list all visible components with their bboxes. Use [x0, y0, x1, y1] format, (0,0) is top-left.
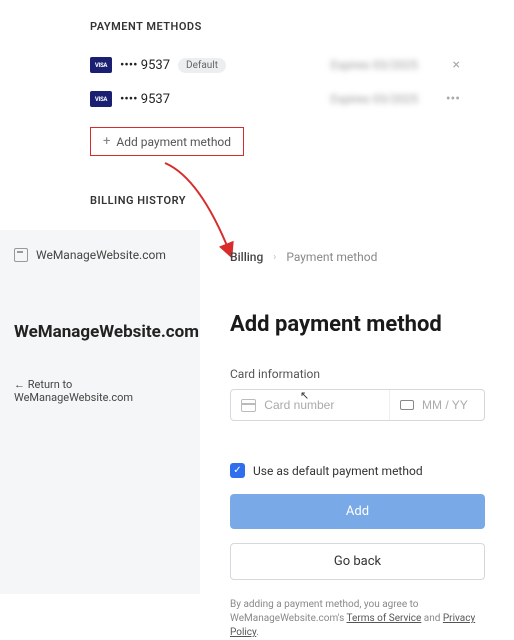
payment-method-row: VISA •••• 9537 Default Expires 03/2025 ×: [90, 57, 460, 73]
card-masked-number: •••• 9537: [120, 58, 170, 73]
breadcrumb: Billing › Payment method: [230, 250, 514, 264]
visa-icon: VISA: [90, 91, 112, 107]
remove-card-button[interactable]: ×: [453, 57, 460, 73]
plus-icon: +: [103, 134, 110, 149]
account-icon: [14, 248, 28, 262]
tos-link[interactable]: Terms of Service: [347, 613, 422, 624]
card-more-actions-button[interactable]: •••: [446, 91, 460, 107]
breadcrumb-root[interactable]: Billing: [230, 250, 263, 264]
card-input-row: [230, 389, 485, 421]
right-panel: Billing › Payment method Add payment met…: [200, 230, 514, 594]
add-button[interactable]: Add: [230, 494, 485, 529]
default-checkbox-label: Use as default payment method: [253, 464, 423, 478]
default-checkbox[interactable]: ✓: [230, 463, 245, 478]
breadcrumb-current: Payment method: [286, 250, 377, 264]
detail-view: WeManageWebsite.com WeManageWebsite.com …: [0, 230, 514, 594]
legal-text: By adding a payment method, you agree to…: [230, 598, 485, 640]
payment-method-row: VISA •••• 9537 Expires 03/2025 •••: [90, 91, 460, 107]
default-checkbox-row: ✓ Use as default payment method: [230, 463, 514, 478]
expires-text: Expires 03/2025: [331, 58, 418, 72]
add-payment-method-label: Add payment method: [116, 135, 231, 149]
add-payment-method-button[interactable]: + Add payment method: [90, 127, 244, 156]
card-icon: [241, 399, 256, 412]
account-row[interactable]: WeManageWebsite.com: [14, 248, 186, 262]
left-panel: WeManageWebsite.com WeManageWebsite.com …: [0, 230, 200, 594]
brand-heading: WeManageWebsite.com: [14, 322, 186, 342]
expires-text: Expires 03/2025: [331, 92, 418, 106]
payment-methods-section: PAYMENT METHODS VISA •••• 9537 Default E…: [0, 0, 514, 207]
go-back-button[interactable]: Go back: [230, 543, 485, 580]
expiry-wrap: [389, 390, 484, 420]
page-title: Add payment method: [230, 312, 514, 337]
return-link[interactable]: ← Return to WeManageWebsite.com: [14, 378, 186, 404]
card-expiry-input[interactable]: [422, 398, 474, 412]
visa-icon: VISA: [90, 57, 112, 73]
card-masked-number: •••• 9537: [120, 92, 170, 107]
expiry-icon: [400, 400, 414, 410]
chevron-right-icon: ›: [273, 252, 276, 263]
account-name: WeManageWebsite.com: [36, 248, 166, 262]
section-title-payment-methods: PAYMENT METHODS: [90, 20, 514, 33]
card-number-wrap: [231, 390, 389, 420]
card-number-input[interactable]: [264, 398, 379, 412]
card-info-label: Card information: [230, 367, 514, 381]
default-badge: Default: [178, 58, 226, 73]
section-title-billing-history: BILLING HISTORY: [90, 194, 514, 207]
